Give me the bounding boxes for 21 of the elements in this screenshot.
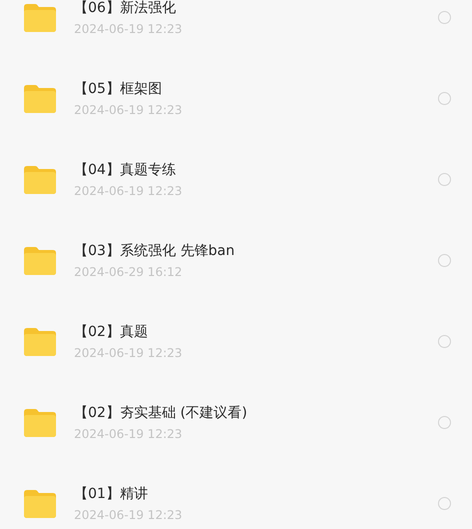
select-radio[interactable]: [438, 11, 451, 24]
folder-name: 【03】系统强化 先锋ban: [74, 242, 236, 261]
folder-name: 【04】真题专练: [74, 161, 177, 180]
folder-icon: [22, 408, 58, 438]
select-radio[interactable]: [438, 416, 451, 429]
folder-name: 【05】框架图: [74, 80, 163, 99]
folder-icon: [22, 246, 58, 276]
folder-name: 【02】夯实基础 (不建议看): [74, 404, 248, 423]
select-radio[interactable]: [438, 92, 451, 105]
select-radio[interactable]: [438, 497, 451, 510]
folder-name: 【01】精讲: [74, 485, 149, 504]
folder-icon: [22, 488, 58, 518]
folder-name: 【02】真题: [74, 323, 149, 342]
folder-icon: [22, 326, 58, 356]
folder-icon: [22, 84, 58, 114]
select-radio[interactable]: [438, 254, 451, 267]
select-radio[interactable]: [438, 173, 451, 186]
select-radio[interactable]: [438, 335, 451, 348]
folder-icon: [22, 164, 58, 194]
folder-icon: [22, 2, 58, 32]
folder-name: 【06】新法强化: [74, 0, 177, 18]
